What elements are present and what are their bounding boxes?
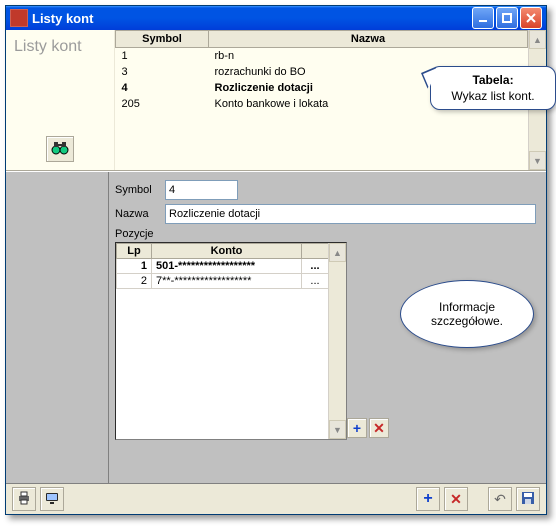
positions-scrollbar[interactable]: ▲ ▼ (328, 243, 346, 439)
scroll-down-icon[interactable]: ▼ (529, 151, 546, 170)
add-button[interactable]: + (416, 487, 440, 511)
callout-details: Informacje szczegółowe. (400, 280, 534, 348)
x-icon: ✕ (373, 420, 385, 437)
save-button[interactable] (516, 487, 540, 511)
cell-lp: 1 (117, 259, 152, 274)
symbol-input[interactable] (165, 180, 238, 200)
mid-left-spacer (6, 172, 109, 483)
row-lookup-button[interactable]: ... (302, 259, 329, 274)
nazwa-label: Nazwa (115, 208, 165, 220)
symbol-label: Symbol (115, 184, 165, 196)
cell-konto: 7**-****************** (152, 274, 302, 289)
col-header-konto[interactable]: Konto (152, 244, 302, 259)
pozycje-label: Pozycje (115, 228, 536, 240)
cell-symbol: 205 (116, 96, 209, 112)
cell-symbol: 4 (116, 80, 209, 96)
delete-button[interactable]: ✕ (444, 487, 468, 511)
table-row[interactable]: 1501-******************... (117, 259, 329, 274)
cell-symbol: 1 (116, 48, 209, 65)
binoculars-icon (51, 141, 69, 158)
search-button[interactable] (46, 136, 74, 162)
app-icon (10, 9, 28, 27)
close-button[interactable] (520, 7, 542, 29)
monitor-icon (45, 491, 59, 508)
scroll-up-icon[interactable]: ▲ (529, 30, 546, 49)
table-row[interactable]: 27**-******************... (117, 274, 329, 289)
add-position-button[interactable]: + (347, 418, 367, 438)
title-bar: Listy kont (6, 6, 546, 30)
plus-icon: + (353, 420, 361, 436)
undo-button[interactable]: ↶ (488, 487, 512, 511)
floppy-icon (521, 491, 535, 508)
maximize-button[interactable] (496, 7, 518, 29)
bottom-toolbar: + ✕ ↶ (6, 483, 546, 514)
row-lookup-button[interactable]: ... (302, 274, 329, 289)
scroll-down-icon[interactable]: ▼ (329, 420, 346, 439)
callout-tabela: Tabela: Wykaz list kont. (430, 66, 556, 110)
window-title: Listy kont (32, 11, 470, 26)
plus-icon: + (423, 490, 432, 508)
delete-position-button[interactable]: ✕ (369, 418, 389, 438)
nazwa-input[interactable] (165, 204, 536, 224)
col-header-symbol[interactable]: Symbol (116, 31, 209, 48)
x-icon: ✕ (450, 491, 462, 508)
positions-table-area: Lp Konto 1501-******************...27**-… (115, 242, 347, 440)
minimize-button[interactable] (472, 7, 494, 29)
col-header-lp[interactable]: Lp (117, 244, 152, 259)
cell-konto: 501-****************** (152, 259, 302, 274)
left-pane: Listy kont (6, 30, 115, 170)
table-row[interactable]: 1rb-n (116, 48, 528, 65)
positions-table[interactable]: Lp Konto 1501-******************...27**-… (116, 243, 329, 289)
device-button[interactable] (40, 487, 64, 511)
cell-lp: 2 (117, 274, 152, 289)
cell-nazwa: rb-n (209, 48, 528, 65)
cell-symbol: 3 (116, 64, 209, 80)
left-pane-title: Listy kont (14, 38, 82, 56)
col-header-nazwa[interactable]: Nazwa (209, 31, 528, 48)
print-button[interactable] (12, 487, 36, 511)
undo-icon: ↶ (494, 491, 506, 508)
scroll-up-icon[interactable]: ▲ (329, 243, 346, 262)
printer-icon (17, 491, 31, 508)
